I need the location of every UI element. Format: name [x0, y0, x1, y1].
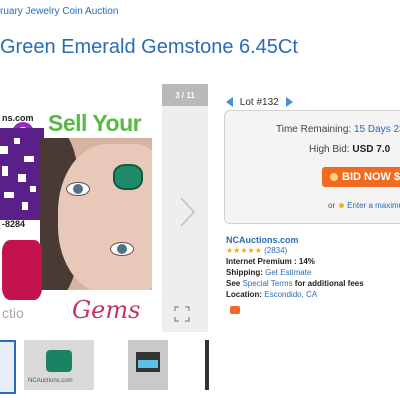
emerald-gem-icon — [113, 164, 143, 190]
next-image-icon[interactable] — [176, 194, 198, 230]
thumbnail-3[interactable] — [128, 340, 168, 390]
bullet-icon — [339, 203, 345, 208]
image-phone-text: -8284 — [2, 219, 26, 229]
bid-now-label: BID NOW $ — [342, 171, 400, 183]
gavel-icon — [330, 173, 338, 181]
thumbnail-caption: NCAuctions.com — [28, 378, 73, 384]
page-title: Green Emerald Gemstone 6.45Ct — [0, 36, 298, 58]
image-site-text: ns.com — [2, 113, 34, 123]
terms-prefix: See — [226, 279, 241, 288]
lot-number: Lot #132 — [239, 97, 279, 108]
next-lot-icon[interactable] — [285, 97, 293, 108]
internet-premium: Internet Premium : 14% — [226, 257, 315, 266]
lot-navigation: Lot #132 — [226, 97, 293, 108]
premium-text: Internet Premium : 14% — [226, 257, 315, 266]
high-bid-value: USD 7.0 — [352, 144, 391, 155]
thumbnail-4[interactable] — [205, 340, 209, 390]
high-bid: High Bid: USD 7.0 — [309, 144, 390, 155]
time-remaining-label: Time Remaining: — [276, 124, 352, 135]
terms-row: See Special Terms for additional fees — [226, 279, 364, 288]
image-gems-text: Gems — [72, 296, 141, 324]
expand-icon[interactable] — [174, 306, 190, 322]
image-counter: 3 / 11 — [162, 84, 208, 106]
image-watermark-text: ctio — [2, 305, 24, 321]
high-bid-label: High Bid: — [309, 144, 350, 155]
max-bid-row: or Enter a maximu — [328, 201, 400, 210]
seller-badge-icon — [230, 306, 240, 314]
location-row: Location: Escondido, CA — [226, 290, 317, 299]
special-terms-link[interactable]: Special Terms — [242, 279, 292, 288]
rating-count[interactable]: (2834) — [264, 246, 287, 255]
shipping-estimate-link[interactable]: Get Estimate — [265, 268, 311, 277]
location-link[interactable]: Escondido, CA — [264, 290, 317, 299]
qr-code-icon — [0, 128, 44, 220]
bid-now-button[interactable]: BID NOW $ — [322, 167, 400, 187]
breadcrumb[interactable]: ruary Jewelry Coin Auction — [0, 6, 118, 17]
seller-rating: ★★★★★ (2834) — [226, 246, 287, 255]
max-bid-link[interactable]: Enter a maximu — [347, 201, 400, 210]
star-icons: ★★★★★ — [226, 246, 262, 255]
time-remaining: Time Remaining: 15 Days 23 — [276, 124, 400, 135]
previous-lot-icon[interactable] — [226, 97, 233, 108]
ruby-gem-icon — [2, 240, 42, 300]
or-text: or — [328, 201, 336, 210]
seller-name[interactable]: NCAuctions.com — [226, 235, 299, 245]
terms-suffix: for additional fees — [294, 279, 364, 288]
time-remaining-value: 15 Days 23 — [354, 124, 400, 135]
face-photo — [40, 138, 152, 290]
thumbnail-2[interactable]: NCAuctions.com — [24, 340, 94, 390]
location-label: Location: — [226, 290, 262, 299]
shipping-row: Shipping: Get Estimate — [226, 268, 311, 277]
shipping-label: Shipping: — [226, 268, 263, 277]
image-sell-text: Sell Your — [48, 110, 142, 136]
thumbnail-1[interactable] — [0, 340, 16, 394]
